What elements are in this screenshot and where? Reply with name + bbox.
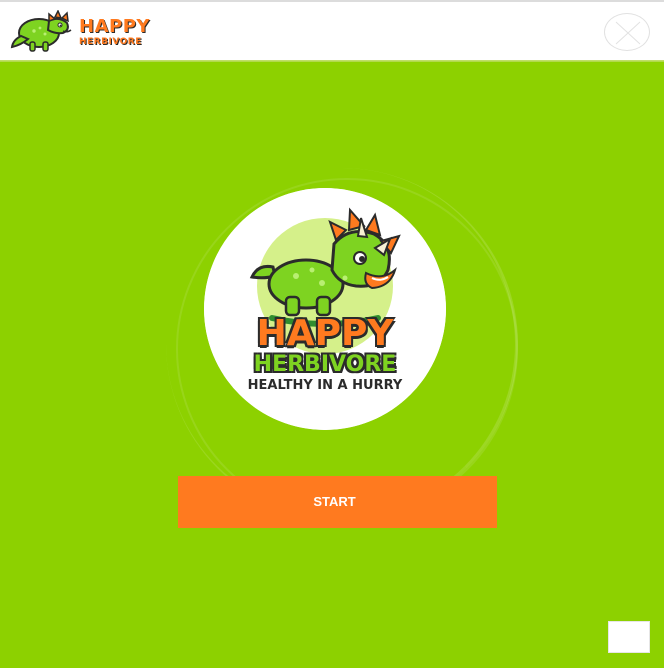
hero-title: HAPPY: [256, 313, 394, 354]
start-button[interactable]: START: [178, 476, 497, 528]
hero-subtitle: HERBIVORE: [253, 352, 397, 377]
hero-tagline: HEALTHY IN A HURRY: [247, 378, 403, 393]
chat-widget-button[interactable]: [608, 621, 650, 653]
header-brand-bottom: HERBIVORE: [79, 37, 142, 47]
app-page: HAPPY HERBIVORE HAPPY HERBIVORE HEALTHY …: [0, 0, 664, 668]
start-button-label: START: [313, 494, 356, 509]
close-icon: [615, 21, 641, 45]
main-content: HAPPY HERBIVORE HEALTHY IN A HURRY START: [0, 62, 664, 668]
dinosaur-badge-icon: [204, 188, 446, 430]
header-brand-top: HAPPY: [79, 16, 150, 37]
hero-badge: HAPPY HERBIVORE HEALTHY IN A HURRY: [204, 188, 446, 430]
close-button[interactable]: [604, 13, 650, 51]
site-header: HAPPY HERBIVORE: [0, 2, 664, 60]
